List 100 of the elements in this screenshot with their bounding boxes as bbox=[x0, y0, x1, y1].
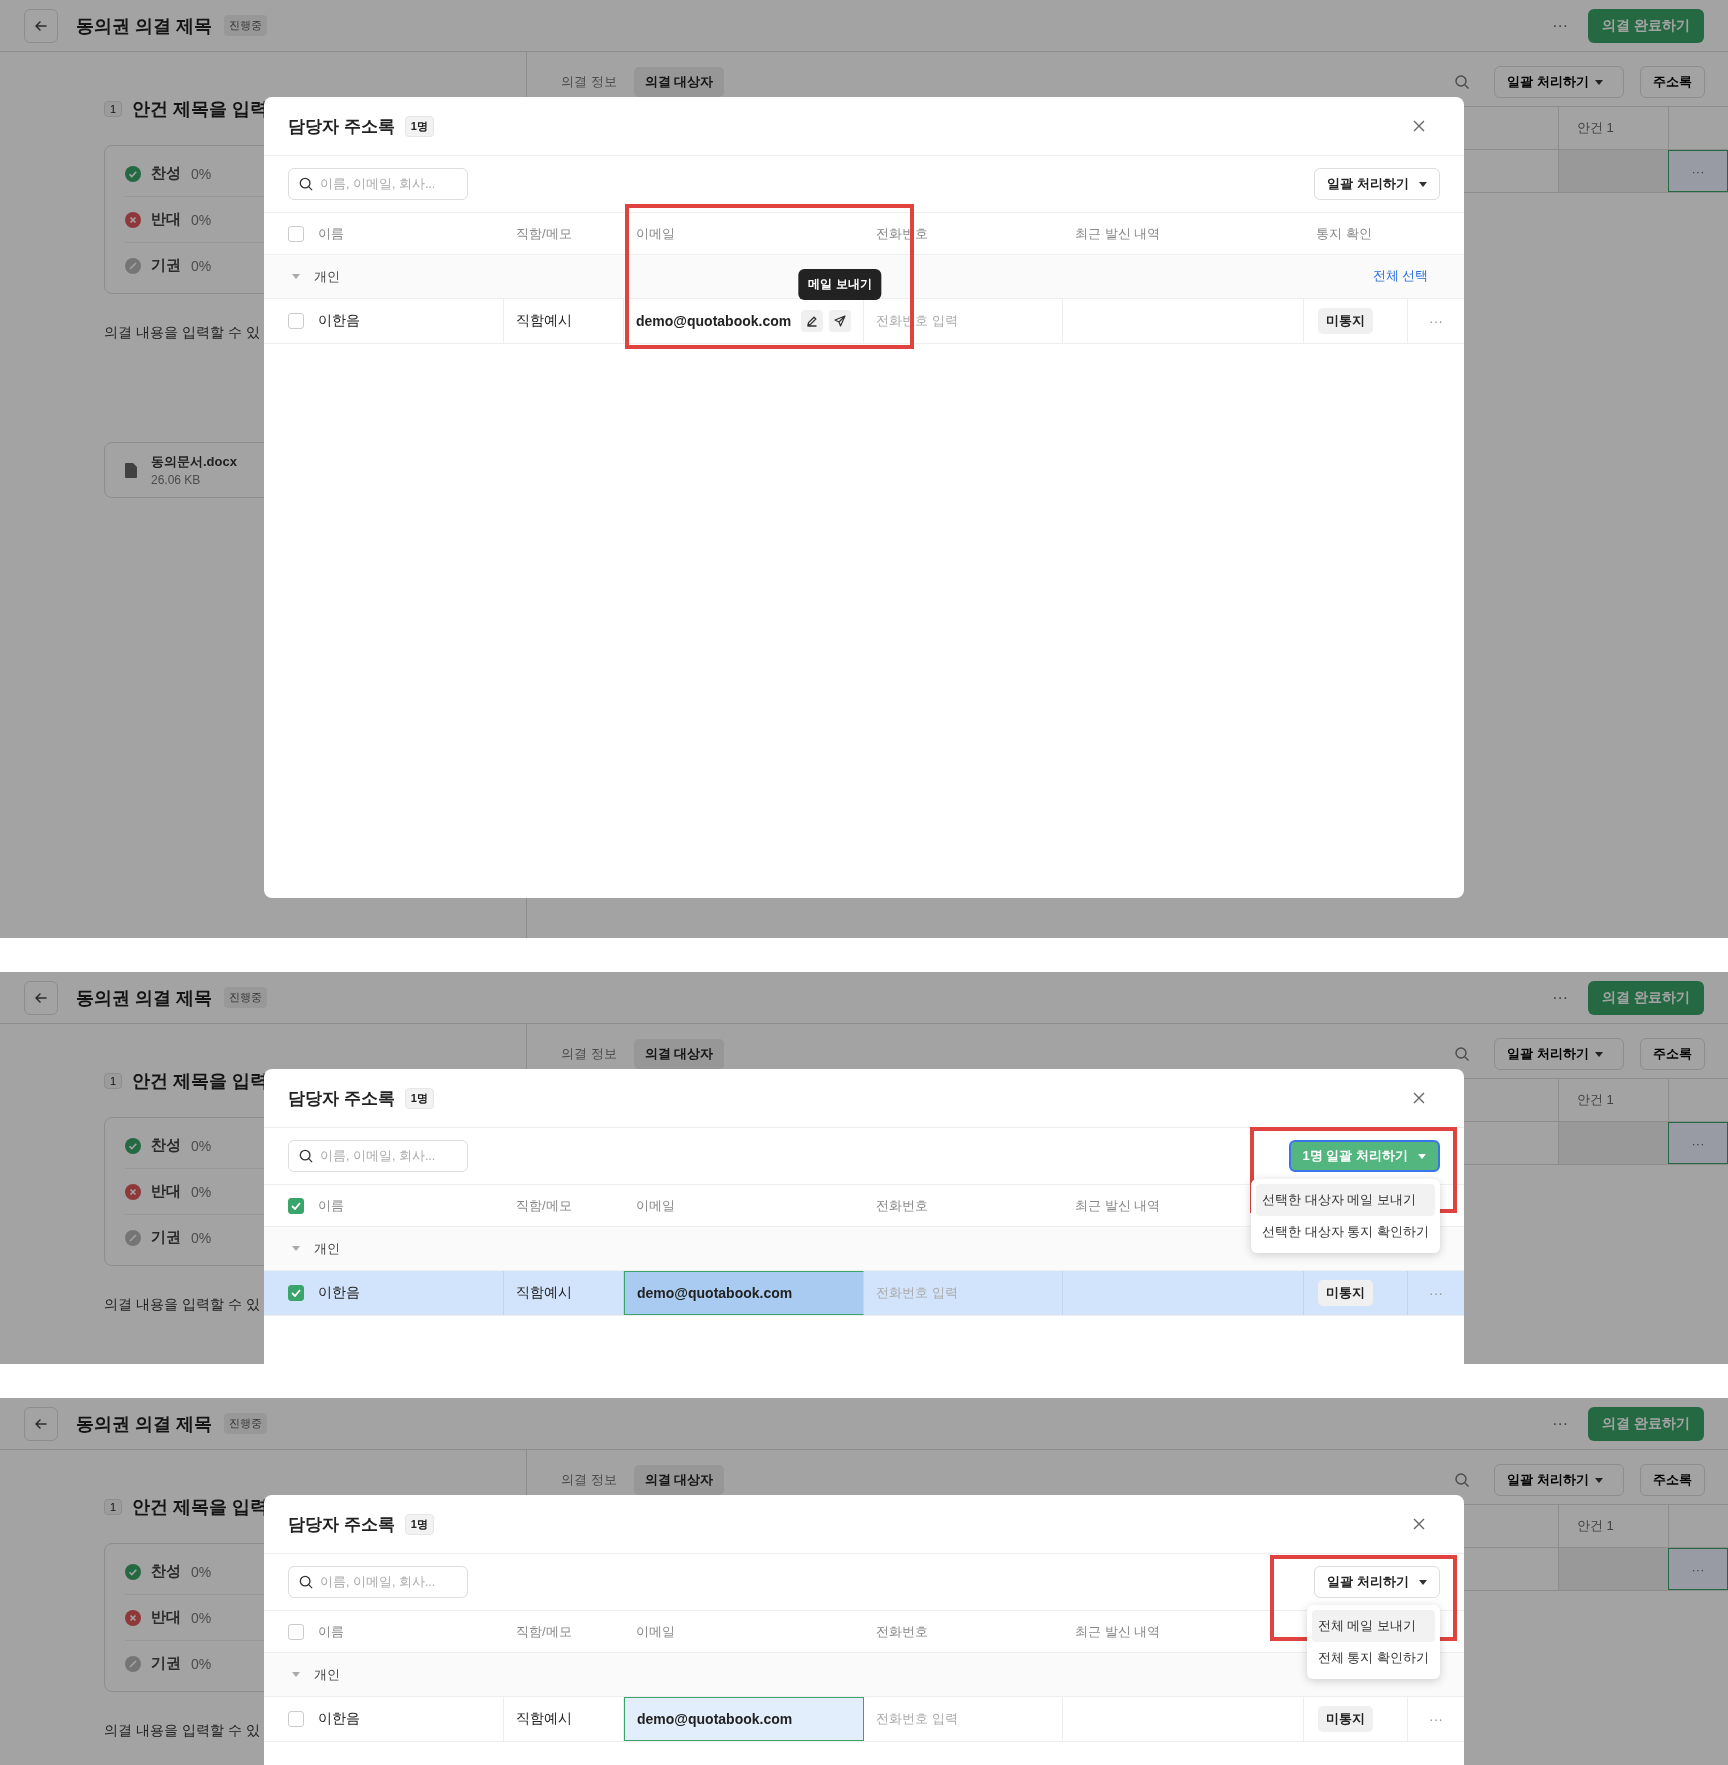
column-header: 이메일 bbox=[636, 1622, 675, 1641]
batch-dropdown-button[interactable]: 일괄 처리하기 bbox=[1494, 1038, 1624, 1070]
page-title: 동의권 의결 제목 bbox=[76, 1412, 212, 1436]
menu-item[interactable]: 전체 메일 보내기 bbox=[1311, 1610, 1435, 1642]
tab[interactable]: 의결 정보 bbox=[550, 67, 628, 97]
tab[interactable]: 의결 정보 bbox=[550, 1465, 628, 1495]
search-field[interactable]: 이름, 이메일, 회사... bbox=[288, 1566, 468, 1598]
caret-down-icon[interactable] bbox=[292, 1246, 300, 1251]
search-icon bbox=[299, 1149, 313, 1163]
checkbox[interactable] bbox=[288, 1623, 304, 1640]
status-badge: 진행중 bbox=[224, 1413, 267, 1434]
sheet-cell[interactable]: ··· bbox=[1668, 1548, 1728, 1590]
sheet-cell[interactable]: ··· bbox=[1668, 150, 1728, 192]
address-book-button[interactable]: 주소록 bbox=[1640, 66, 1705, 98]
contact-name: 이한음 bbox=[318, 312, 360, 330]
contact-name: 이한음 bbox=[318, 1284, 360, 1302]
sheet-cell[interactable] bbox=[1558, 1548, 1668, 1590]
vote-percent: 0% bbox=[191, 1563, 212, 1580]
batch-dropdown-button[interactable]: 일괄 처리하기 bbox=[1314, 168, 1440, 200]
address-book-button[interactable]: 주소록 bbox=[1640, 1464, 1705, 1496]
vote-percent: 0% bbox=[191, 1229, 212, 1246]
column-header: 이름 bbox=[318, 224, 344, 243]
column-header: 이메일 bbox=[636, 1196, 675, 1215]
batch-dropdown-button[interactable]: 일괄 처리하기 bbox=[1494, 66, 1624, 98]
column-header: 최근 발신 내역 bbox=[1075, 224, 1161, 243]
count-badge: 1명 bbox=[404, 115, 434, 137]
menu-item[interactable]: 선택한 대상자 통지 확인하기 bbox=[1256, 1216, 1435, 1248]
count-badge: 1명 bbox=[404, 1087, 434, 1109]
caret-icon bbox=[1419, 1579, 1427, 1585]
page-title: 동의권 의결 제목 bbox=[76, 986, 212, 1010]
vote-label: 기권 bbox=[151, 1654, 181, 1673]
sheet-cell[interactable] bbox=[1558, 150, 1668, 192]
check-icon bbox=[291, 1289, 301, 1297]
file-size: 26.06 KB bbox=[151, 473, 202, 487]
vote-percent: 0% bbox=[191, 211, 212, 228]
file-name: 동의문서.docx bbox=[151, 453, 237, 471]
select-all-link[interactable]: 전체 선택 bbox=[1372, 268, 1428, 285]
menu-item[interactable]: 전체 통지 확인하기 bbox=[1311, 1642, 1435, 1674]
search-icon[interactable] bbox=[1454, 1472, 1471, 1488]
more-button[interactable]: ··· bbox=[1544, 1410, 1577, 1437]
checkbox[interactable] bbox=[288, 1285, 304, 1301]
dash-circle-icon bbox=[125, 1229, 141, 1246]
contact-title: 직함예시 bbox=[516, 312, 572, 330]
address-book-button[interactable]: 주소록 bbox=[1640, 1038, 1705, 1070]
page-title: 동의권 의결 제목 bbox=[76, 14, 212, 38]
vote-percent: 0% bbox=[191, 1137, 212, 1154]
close-icon[interactable] bbox=[1412, 1091, 1426, 1105]
tab[interactable]: 의결 대상자 bbox=[633, 1039, 725, 1069]
search-field[interactable]: 이름, 이메일, 회사... bbox=[288, 1140, 468, 1172]
description-text: 의결 내용을 입력할 수 있 bbox=[104, 324, 260, 342]
email-cell[interactable]: demo@quotabook.com bbox=[624, 1697, 864, 1741]
cross-circle-icon bbox=[125, 211, 141, 228]
search-icon[interactable] bbox=[1454, 74, 1471, 90]
column-header: 안건 1 bbox=[1558, 1505, 1668, 1547]
more-button[interactable]: ··· bbox=[1544, 984, 1577, 1011]
contact-title: 직함예시 bbox=[516, 1710, 572, 1728]
caret-down-icon[interactable] bbox=[292, 274, 300, 279]
sheet-cell[interactable] bbox=[1558, 1122, 1668, 1164]
vote-percent: 0% bbox=[191, 1183, 212, 1200]
close-icon[interactable] bbox=[1412, 119, 1426, 133]
vote-label: 찬성 bbox=[151, 1136, 181, 1155]
edit-button[interactable] bbox=[801, 310, 823, 332]
back-button[interactable] bbox=[24, 8, 58, 43]
search-icon[interactable] bbox=[1454, 1046, 1471, 1062]
more-button[interactable]: ··· bbox=[1544, 12, 1577, 39]
vote-label: 찬성 bbox=[151, 1562, 181, 1581]
close-icon[interactable] bbox=[1412, 1517, 1426, 1531]
status-badge: 진행중 bbox=[224, 15, 267, 36]
batch-dropdown-button[interactable]: 일괄 처리하기 bbox=[1494, 1464, 1624, 1496]
dialog-title: 담당자 주소록 bbox=[288, 115, 395, 138]
cross-circle-icon bbox=[125, 1183, 141, 1200]
column-header: 안건 1 bbox=[1558, 107, 1668, 149]
caret-down-icon[interactable] bbox=[292, 1672, 300, 1677]
caret-icon bbox=[1595, 79, 1603, 85]
column-header: 통지 확인 bbox=[1316, 224, 1372, 243]
back-button[interactable] bbox=[24, 1406, 58, 1441]
search-field[interactable]: 이름, 이메일, 회사... bbox=[288, 168, 468, 200]
batch-dropdown-button[interactable]: 일괄 처리하기 bbox=[1314, 1566, 1440, 1598]
contact-row[interactable]: 이한음 직함예시 demo@quotabook.com 전화번호 입력 미통지 ··· bbox=[264, 1271, 1464, 1316]
checkbox[interactable] bbox=[288, 313, 304, 329]
group-label: 개인 bbox=[314, 1665, 340, 1684]
dash-circle-icon bbox=[125, 1655, 141, 1672]
tab[interactable]: 의결 대상자 bbox=[633, 1465, 725, 1495]
checkbox[interactable] bbox=[288, 1197, 304, 1214]
checkbox[interactable] bbox=[288, 225, 304, 242]
contact-row[interactable]: 이한음 직함예시 demo@quotabook.com 전화번호 입력 미통지 ··· bbox=[264, 1697, 1464, 1742]
search-icon bbox=[299, 177, 313, 191]
caret-icon bbox=[1595, 1051, 1603, 1057]
vote-label: 기권 bbox=[151, 256, 181, 275]
tab[interactable]: 의결 정보 bbox=[550, 1039, 628, 1069]
check-icon bbox=[291, 1201, 301, 1210]
notice-status-badge: 미통지 bbox=[1318, 1280, 1373, 1306]
back-button[interactable] bbox=[24, 980, 58, 1015]
tab[interactable]: 의결 대상자 bbox=[633, 67, 725, 97]
column-header: 전화번호 bbox=[876, 1196, 928, 1215]
sheet-cell[interactable]: ··· bbox=[1668, 1122, 1728, 1164]
checkbox[interactable] bbox=[288, 1711, 304, 1727]
email-cell[interactable]: demo@quotabook.com bbox=[624, 1271, 864, 1315]
menu-item[interactable]: 선택한 대상자 메일 보내기 bbox=[1256, 1184, 1435, 1216]
column-header: 안건 1 bbox=[1558, 1079, 1668, 1121]
